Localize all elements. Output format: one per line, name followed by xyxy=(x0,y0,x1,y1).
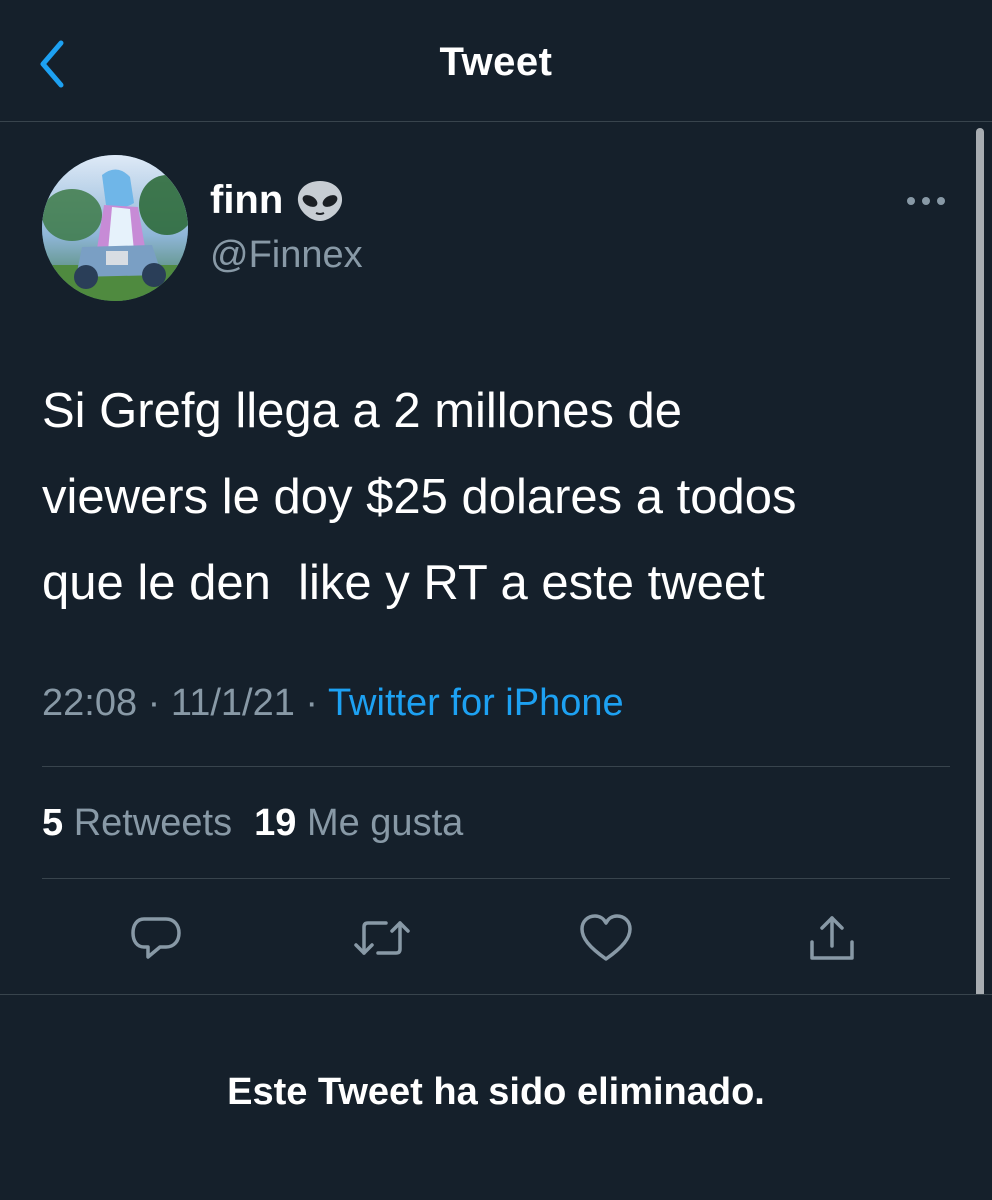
retweets-label: Retweets xyxy=(73,802,233,844)
deleted-notice: Este Tweet ha sido eliminado. xyxy=(227,1071,765,1113)
share-button[interactable] xyxy=(802,908,862,968)
meta-separator: · xyxy=(137,682,171,724)
like-button[interactable] xyxy=(576,908,636,968)
top-bar: Tweet xyxy=(0,0,992,122)
author-display-name: finn xyxy=(210,178,284,222)
avatar[interactable] xyxy=(42,155,188,301)
retweets-stat[interactable]: 5 Retweets xyxy=(42,802,232,845)
avatar-image xyxy=(42,155,188,301)
deleted-tweet-banner: Este Tweet ha sido eliminado. xyxy=(0,994,992,1200)
likes-count: 19 xyxy=(254,802,297,844)
tweet-stats: 5 Retweets 19 Me gusta xyxy=(42,802,463,845)
tweet-text: Si Grefg llega a 2 millones de viewers l… xyxy=(42,384,797,610)
tweet-meta: 22:08 · 11/1/21 · Twitter for iPhone xyxy=(42,682,624,725)
tweet-date: 11/1/21 xyxy=(170,682,295,724)
meta-separator: · xyxy=(294,682,328,724)
retweets-count: 5 xyxy=(42,802,64,844)
likes-label: Me gusta xyxy=(306,802,464,844)
like-icon xyxy=(580,914,632,961)
retweet-icon xyxy=(354,921,410,955)
reply-icon xyxy=(131,917,181,959)
author-name[interactable]: finn xyxy=(210,178,345,223)
tweet-screen: Tweet finn @Finnex Si Grefg llega a 2 mi… xyxy=(0,0,992,1200)
divider xyxy=(42,878,950,879)
share-icon xyxy=(810,916,854,960)
more-options-icon xyxy=(907,197,945,205)
reply-button[interactable] xyxy=(126,908,186,968)
tweet-time: 22:08 xyxy=(42,682,138,724)
more-options-button[interactable] xyxy=(900,186,952,216)
alien-emoji-icon xyxy=(298,180,343,221)
divider xyxy=(42,766,950,767)
tweet-source-link[interactable]: Twitter for iPhone xyxy=(328,682,624,724)
likes-stat[interactable]: 19 Me gusta xyxy=(254,802,463,845)
retweet-button[interactable] xyxy=(352,908,412,968)
page-title: Tweet xyxy=(439,40,553,84)
author-handle[interactable]: @Finnex xyxy=(210,234,363,277)
